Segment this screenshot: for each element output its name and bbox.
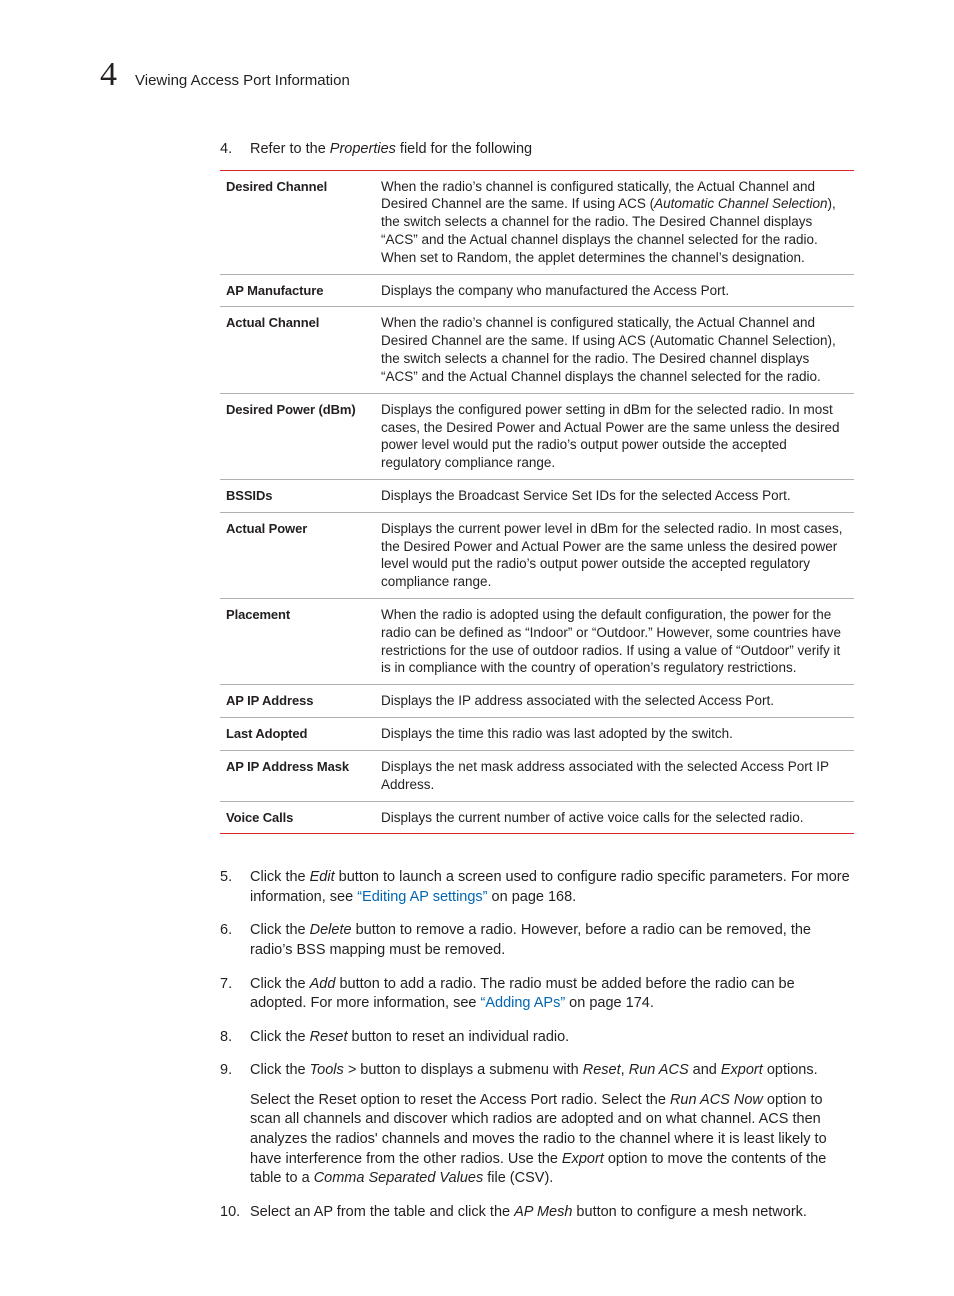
emphasis: Export xyxy=(562,1151,604,1167)
step-body: Click the Delete button to remove a radi… xyxy=(250,921,854,960)
emphasis: AP Mesh xyxy=(514,1204,572,1220)
property-description: Displays the current power level in dBm … xyxy=(375,512,854,598)
property-term: AP IP Address Mask xyxy=(220,750,375,801)
step-body: Click the Edit button to launch a screen… xyxy=(250,868,854,907)
property-term: Actual Power xyxy=(220,512,375,598)
text: options. xyxy=(763,1062,818,1078)
property-description: When the radio’s channel is configured s… xyxy=(375,307,854,393)
property-term: AP IP Address xyxy=(220,685,375,718)
property-term: AP Manufacture xyxy=(220,274,375,307)
property-description: Displays the time this radio was last ad… xyxy=(375,718,854,751)
emphasis: Run ACS Now xyxy=(670,1092,763,1108)
text: Click the xyxy=(250,1029,310,1045)
step-number: 9. xyxy=(220,1061,250,1188)
property-term: Desired Power (dBm) xyxy=(220,393,375,479)
property-term: BSSIDs xyxy=(220,479,375,512)
step-5: 5. Click the Edit button to launch a scr… xyxy=(220,868,854,907)
step-body: Select an AP from the table and click th… xyxy=(250,1203,854,1223)
table-row: AP IP Address MaskDisplays the net mask … xyxy=(220,750,854,801)
text: Refer to the xyxy=(250,141,330,157)
text: field for the following xyxy=(396,141,532,157)
emphasis: Reset xyxy=(310,1029,348,1045)
property-description: Displays the net mask address associated… xyxy=(375,750,854,801)
property-term: Placement xyxy=(220,599,375,685)
text: and xyxy=(689,1062,721,1078)
text: Click the xyxy=(250,1062,310,1078)
emphasis: Export xyxy=(721,1062,763,1078)
table-row: PlacementWhen the radio is adopted using… xyxy=(220,599,854,685)
property-description: Displays the IP address associated with … xyxy=(375,685,854,718)
emphasis: Comma Separated Values xyxy=(314,1170,484,1186)
emphasis: Add xyxy=(310,976,336,992)
text: on page 168. xyxy=(488,889,577,905)
step-body: Click the Tools > button to displays a s… xyxy=(250,1061,854,1188)
text: Click the xyxy=(250,869,310,885)
text: button to configure a mesh network. xyxy=(572,1204,807,1220)
property-description: Displays the company who manufactured th… xyxy=(375,274,854,307)
property-term: Actual Channel xyxy=(220,307,375,393)
step-10: 10. Select an AP from the table and clic… xyxy=(220,1203,854,1223)
xref-link[interactable]: “Adding APs” xyxy=(481,995,566,1011)
emphasis: Properties xyxy=(330,141,396,157)
procedure-steps: 4. Refer to the Properties field for the… xyxy=(220,140,854,1222)
step-8: 8. Click the Reset button to reset an in… xyxy=(220,1028,854,1048)
text: Select the Reset option to reset the Acc… xyxy=(250,1092,670,1108)
text: , xyxy=(621,1062,629,1078)
text: file (CSV). xyxy=(483,1170,553,1186)
text: on page 174. xyxy=(565,995,654,1011)
table-row: Desired Power (dBm)Displays the configur… xyxy=(220,393,854,479)
property-description: Displays the Broadcast Service Set IDs f… xyxy=(375,479,854,512)
table-row: Actual ChannelWhen the radio’s channel i… xyxy=(220,307,854,393)
emphasis: Reset xyxy=(583,1062,621,1078)
property-description: When the radio’s channel is configured s… xyxy=(375,170,854,274)
table-row: Desired ChannelWhen the radio’s channel … xyxy=(220,170,854,274)
property-term: Desired Channel xyxy=(220,170,375,274)
main-content: 4. Refer to the Properties field for the… xyxy=(220,140,854,1222)
emphasis: Automatic Channel Selection xyxy=(654,196,827,211)
step-body: Click the Reset button to reset an indiv… xyxy=(250,1028,854,1048)
step-9: 9. Click the Tools > button to displays … xyxy=(220,1061,854,1188)
table-row: BSSIDsDisplays the Broadcast Service Set… xyxy=(220,479,854,512)
emphasis: Edit xyxy=(310,869,335,885)
page: 4 Viewing Access Port Information 4. Ref… xyxy=(0,0,954,1296)
text: button to displays a submenu with xyxy=(356,1062,583,1078)
table-row: AP ManufactureDisplays the company who m… xyxy=(220,274,854,307)
table-row: Last AdoptedDisplays the time this radio… xyxy=(220,718,854,751)
table-row: Voice CallsDisplays the current number o… xyxy=(220,801,854,834)
step-number: 5. xyxy=(220,868,250,907)
step-body: Click the Add button to add a radio. The… xyxy=(250,975,854,1014)
step-number: 10. xyxy=(220,1203,250,1223)
step-number: 6. xyxy=(220,921,250,960)
step-6: 6. Click the Delete button to remove a r… xyxy=(220,921,854,960)
step-4: 4. Refer to the Properties field for the… xyxy=(220,140,854,854)
text: Click the xyxy=(250,976,310,992)
text: Select an AP from the table and click th… xyxy=(250,1204,514,1220)
property-description: When the radio is adopted using the defa… xyxy=(375,599,854,685)
step-number: 7. xyxy=(220,975,250,1014)
text: Click the xyxy=(250,922,310,938)
running-header: 4 Viewing Access Port Information xyxy=(100,58,854,92)
property-term: Last Adopted xyxy=(220,718,375,751)
property-term: Voice Calls xyxy=(220,801,375,834)
chapter-title: Viewing Access Port Information xyxy=(135,71,350,91)
property-description: Displays the current number of active vo… xyxy=(375,801,854,834)
property-description: Displays the configured power setting in… xyxy=(375,393,854,479)
step-body: Refer to the Properties field for the fo… xyxy=(250,140,854,854)
chapter-number: 4 xyxy=(100,58,117,92)
emphasis: Tools > xyxy=(310,1062,357,1078)
step-7: 7. Click the Add button to add a radio. … xyxy=(220,975,854,1014)
text: button to reset an individual radio. xyxy=(348,1029,570,1045)
properties-table: Desired ChannelWhen the radio’s channel … xyxy=(220,170,854,835)
table-row: Actual PowerDisplays the current power l… xyxy=(220,512,854,598)
emphasis: Delete xyxy=(310,922,352,938)
step-number: 8. xyxy=(220,1028,250,1048)
xref-link[interactable]: “Editing AP settings” xyxy=(357,889,487,905)
emphasis: Run ACS xyxy=(629,1062,689,1078)
table-row: AP IP AddressDisplays the IP address ass… xyxy=(220,685,854,718)
